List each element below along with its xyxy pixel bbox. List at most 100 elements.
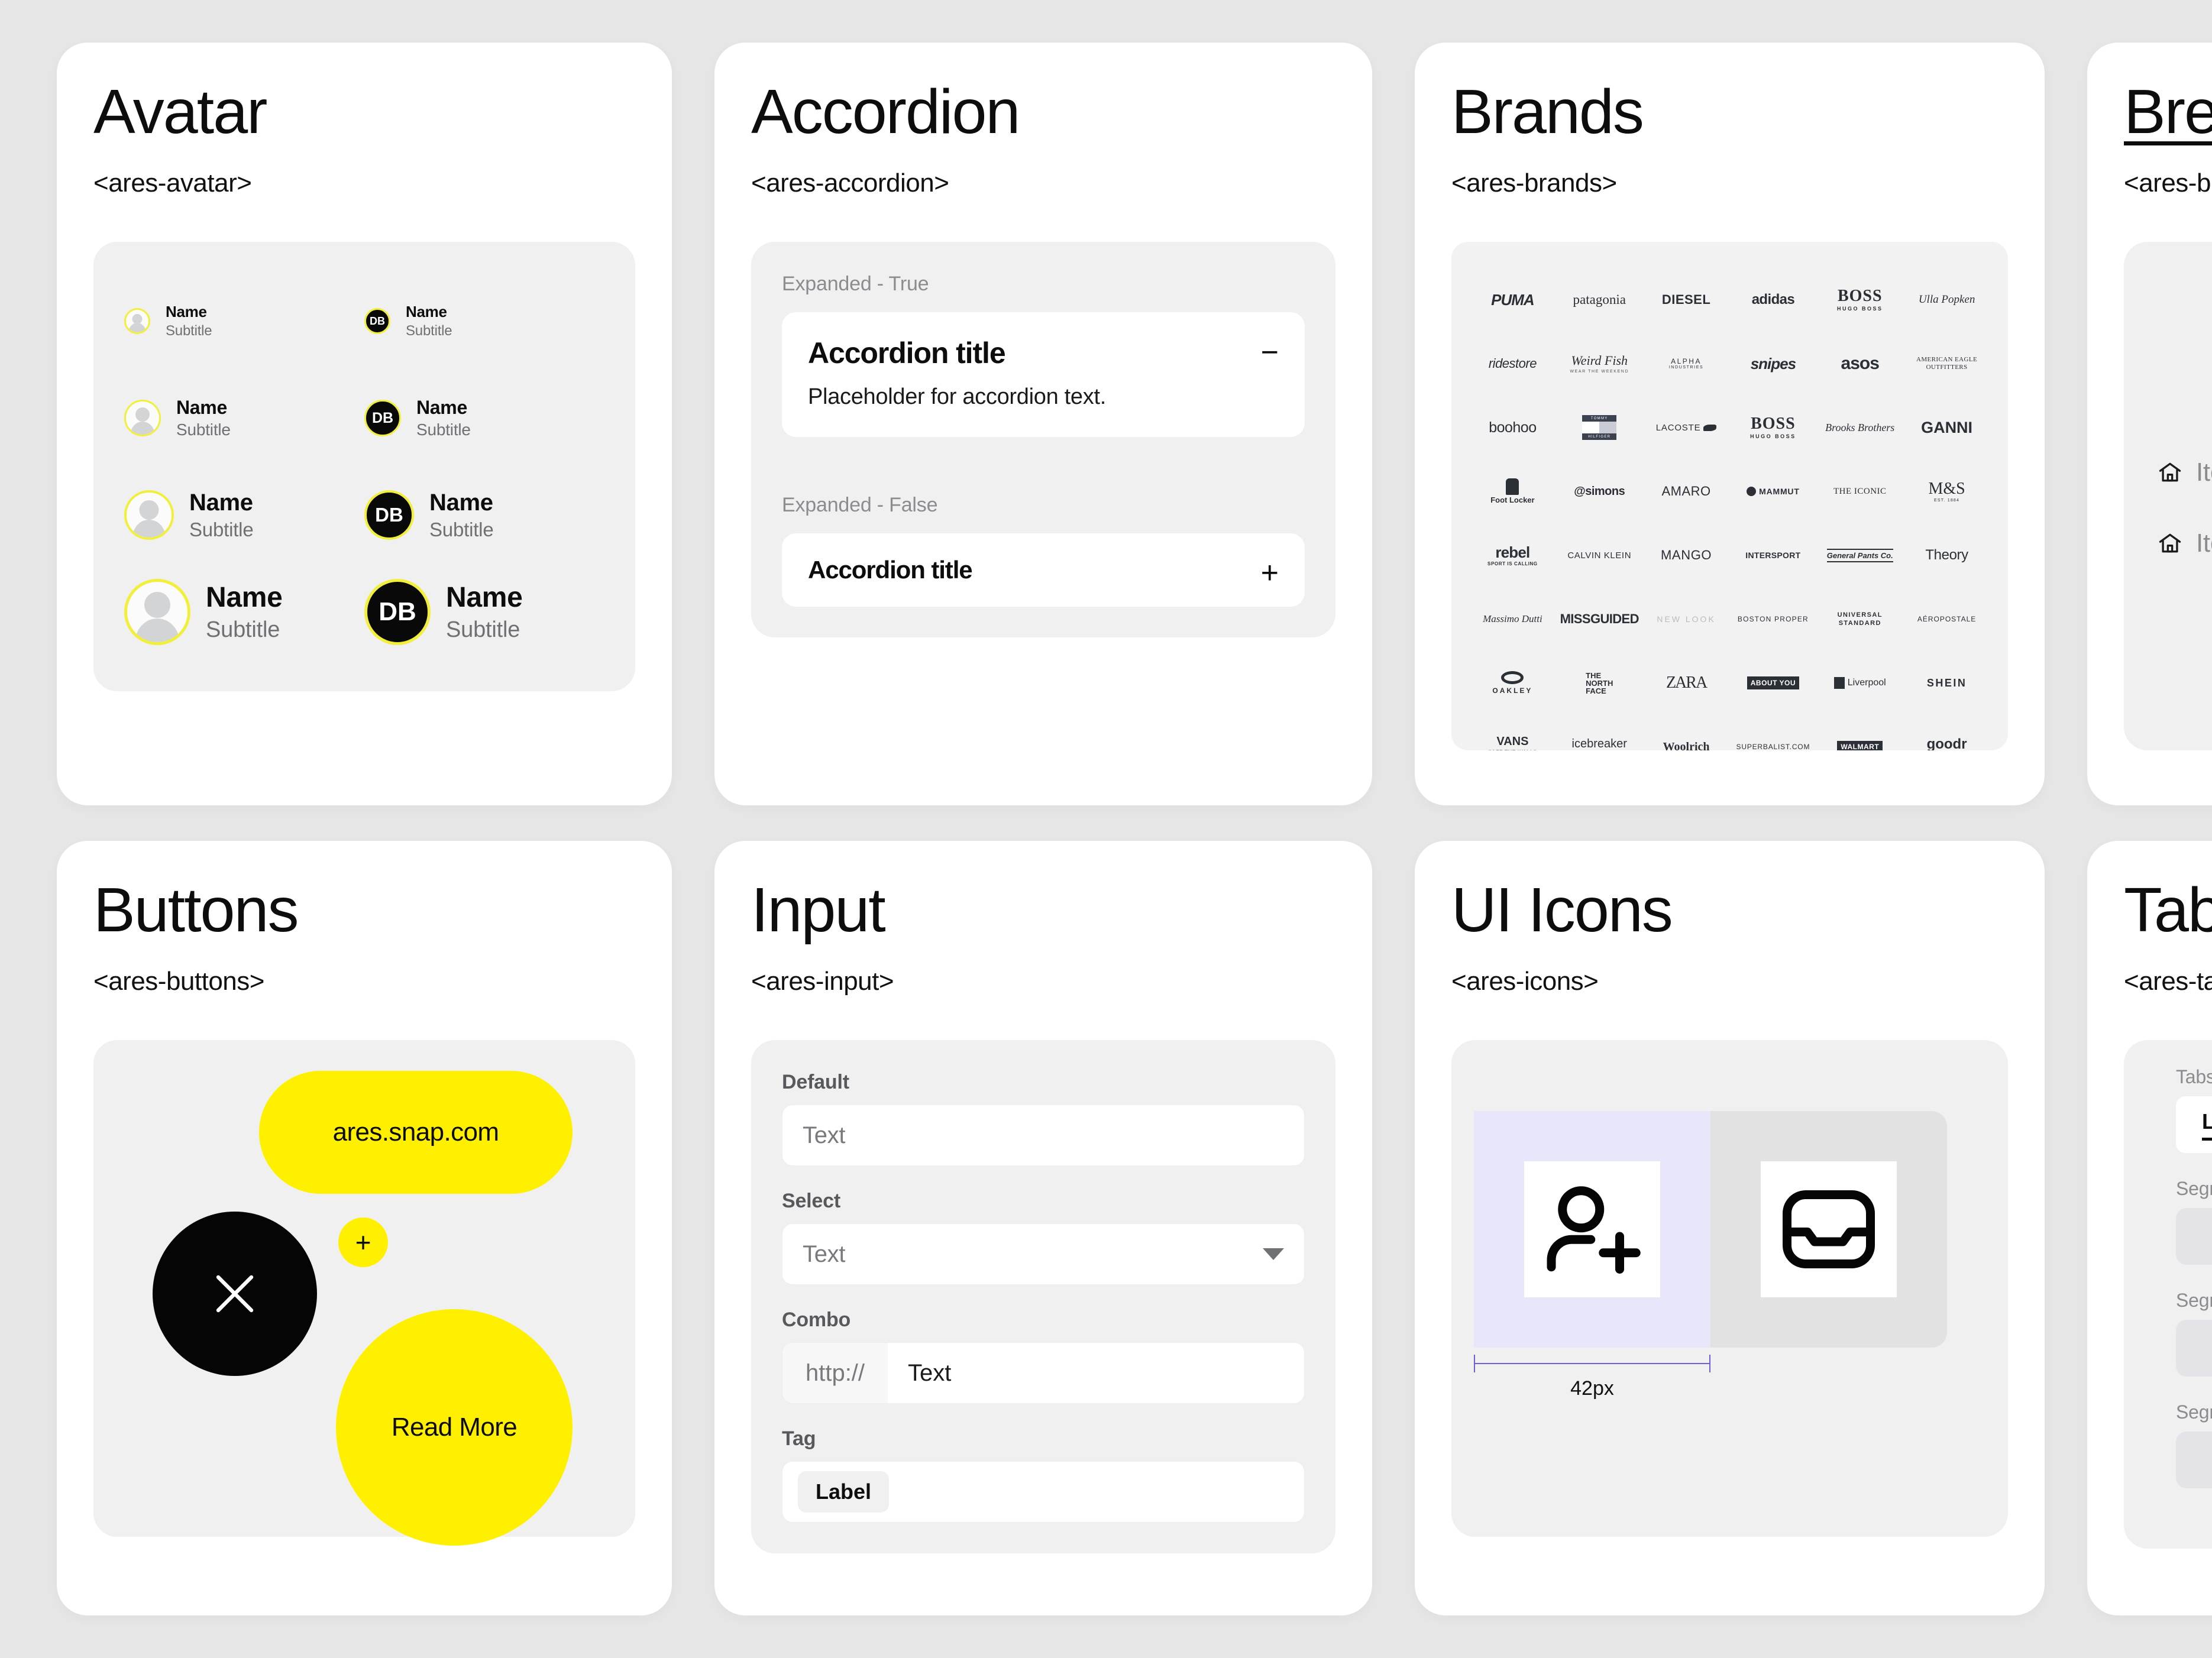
brand-logo-intersport: INTERSPORT: [1745, 550, 1801, 561]
avatar-item[interactable]: Name Subtitle: [124, 273, 364, 370]
avatar-subtitle: Subtitle: [446, 617, 520, 642]
plus-icon[interactable]: +: [1261, 556, 1279, 588]
brand-logo-patagonia: patagonia: [1573, 292, 1626, 307]
brand-logo-massimo-dutti: Massimo Dutti: [1483, 613, 1542, 625]
avatar-initials: DB: [364, 308, 390, 335]
avatar-name: Name: [446, 581, 523, 613]
brand-logo-simons: @simons: [1574, 484, 1625, 498]
segmented-control-3[interactable]: S: [2176, 1432, 2212, 1489]
breadcrumb-item[interactable]: Item 1 / I: [2157, 508, 2212, 579]
page-title: Accordion: [751, 77, 1020, 147]
segmented-control-1[interactable]: CM: [2176, 1208, 2212, 1265]
brand-logo-calvin-klein: CALVIN KLEIN: [1567, 550, 1632, 561]
accordion-expanded[interactable]: Accordion title − Placeholder for accord…: [782, 312, 1305, 438]
brand-logo-vans: VANS"OFF THE WALL": [1469, 715, 1556, 750]
card-buttons: Buttons <ares-buttons> ares.snap.com + R…: [57, 841, 672, 1615]
brand-logo-marks-spencer: M&S EST. 1884: [1928, 479, 1965, 503]
segmented-3-label: Segmente: [2176, 1401, 2212, 1423]
avatar: [124, 579, 190, 646]
brand-logo-brooks-brothers: Brooks Brothers: [1825, 421, 1895, 433]
segmented-control-2[interactable]: S: [2176, 1320, 2212, 1377]
brand-logo-alpha-industries: ALPHA INDUSTRIES: [1668, 357, 1704, 370]
card-breadcrumb: Bre <ares-br Item 1 Item 1 / I: [2087, 43, 2212, 805]
tabs-panel: Tabs - Lin Label Segmente CM Segmente S …: [2124, 1040, 2212, 1549]
brand-logo-woolrich: Woolrich: [1663, 740, 1710, 751]
tag-chip[interactable]: Label: [798, 1471, 890, 1513]
segmented-2-label: Segmente: [2176, 1290, 2212, 1311]
segmented-1-label: Segmente: [2176, 1178, 2212, 1200]
home-icon: [2159, 462, 2181, 482]
brand-logo-adidas: adidas: [1751, 292, 1795, 308]
breadcrumb-item[interactable]: Item 1: [2157, 437, 2212, 508]
brand-logo-goodr: goodrSUNGLASSES: [1926, 736, 1967, 751]
avatar-name: Name: [189, 489, 253, 516]
avatar-item[interactable]: DB Name Subtitle: [364, 273, 604, 370]
avatar-subtitle: Subtitle: [429, 518, 494, 540]
brand-logo-walmart: WALMART: [1816, 715, 1903, 751]
card-brands: Brands <ares-brands> PUMA patagonia DIES…: [1415, 43, 2045, 805]
default-input[interactable]: Text: [782, 1105, 1305, 1167]
avatar-item[interactable]: DB Name Subtitle: [364, 467, 604, 564]
brand-logo-icebreaker: icebreakerMove to natural: [1571, 737, 1627, 750]
avatar-item[interactable]: DB Name Subtitle: [364, 564, 604, 660]
minus-icon[interactable]: −: [1261, 336, 1279, 368]
component-tag: <ares-input>: [751, 967, 894, 996]
brand-logo-foot-locker: Foot Locker: [1469, 459, 1556, 523]
brand-logo-ulla-popken: Ulla Popken: [1918, 293, 1975, 306]
chevron-down-icon[interactable]: [1263, 1248, 1284, 1261]
tag-input[interactable]: Label: [782, 1461, 1305, 1523]
avatar-subtitle: Subtitle: [176, 420, 231, 439]
buttons-panel: ares.snap.com + Read More: [93, 1040, 635, 1546]
avatar-panel: Name Subtitle DB Name Subtitle Name Subtitl…: [93, 242, 635, 692]
link-button[interactable]: ares.snap.com: [259, 1071, 573, 1194]
brand-logo-the-north-face: THE NORTH FACE: [1586, 671, 1613, 695]
page-title: Avatar: [93, 77, 267, 147]
avatar-subtitle: Subtitle: [189, 518, 254, 540]
select-input[interactable]: Text: [782, 1223, 1305, 1285]
combo-value[interactable]: Text: [888, 1343, 1304, 1404]
brands-grid: PUMA patagonia DIESEL adidas BOSS HUGO BO…: [1469, 268, 1990, 751]
default-input-label: Default: [782, 1071, 849, 1094]
avatar-name: Name: [206, 581, 283, 613]
select-input-label: Select: [782, 1190, 840, 1213]
select-value: Text: [803, 1241, 846, 1267]
accordion-body: Placeholder for accordion text.: [808, 384, 1106, 410]
avatar-item[interactable]: DB Name Subtitle: [364, 370, 604, 467]
avatar-name: Name: [176, 397, 227, 419]
close-button[interactable]: [153, 1212, 317, 1377]
page-title: Brands: [1451, 77, 1644, 147]
accordion-expanded-label: Expanded - True: [782, 273, 929, 296]
brand-logo-the-iconic: THE ICONIC: [1833, 486, 1887, 496]
read-more-button[interactable]: Read More: [336, 1309, 573, 1546]
avatar-item[interactable]: Name Subtitle: [124, 467, 364, 564]
avatar-item[interactable]: Name Subtitle: [124, 564, 364, 660]
add-user-icon: [1547, 1186, 1641, 1274]
brand-logo-snipes: snipes: [1750, 354, 1796, 373]
page-title: Bre: [2124, 77, 2212, 147]
avatar-subtitle: Subtitle: [406, 322, 452, 339]
tab-label[interactable]: Label: [2202, 1109, 2212, 1141]
avatar-initials-text: DB: [375, 504, 403, 526]
brand-logo-american-eagle: AMERICAN EAGLE OUTFITTERS: [1916, 355, 1978, 371]
tab-line[interactable]: Label: [2176, 1096, 2212, 1154]
add-button[interactable]: +: [338, 1217, 388, 1268]
avatar-initials: DB: [364, 579, 431, 646]
accordion-collapsed[interactable]: Accordion title +: [782, 533, 1305, 607]
component-tag: <ares-buttons>: [93, 967, 264, 996]
avatar-item[interactable]: Name Subtitle: [124, 370, 364, 467]
measurement-label: 42px: [1570, 1377, 1614, 1400]
avatar: [124, 490, 174, 540]
brand-logo-ganni: GANNI: [1921, 418, 1973, 436]
accordion-title: Accordion title: [808, 336, 1006, 370]
brand-logo-boss: BOSS HUGO BOSS: [1750, 414, 1796, 440]
card-ui-icons: UI Icons <ares-icons> 42px: [1415, 841, 2045, 1615]
brand-logo-new-look: NEW LOOK: [1657, 614, 1716, 624]
combo-input[interactable]: http:// Text: [782, 1342, 1305, 1404]
brand-logo-general-pants-co: General Pants Co.: [1816, 523, 1903, 587]
brand-logo-lacoste: LACOSTE: [1643, 396, 1730, 459]
brand-logo-diesel: DIESEL: [1661, 292, 1711, 307]
brand-logo-theory: Theory: [1925, 547, 1968, 564]
brand-logo-rebel: rebel SPORT IS CALLING: [1487, 543, 1538, 566]
component-tag: <ares-icons>: [1451, 967, 1599, 996]
component-tag: <ares-accordion>: [751, 169, 949, 198]
